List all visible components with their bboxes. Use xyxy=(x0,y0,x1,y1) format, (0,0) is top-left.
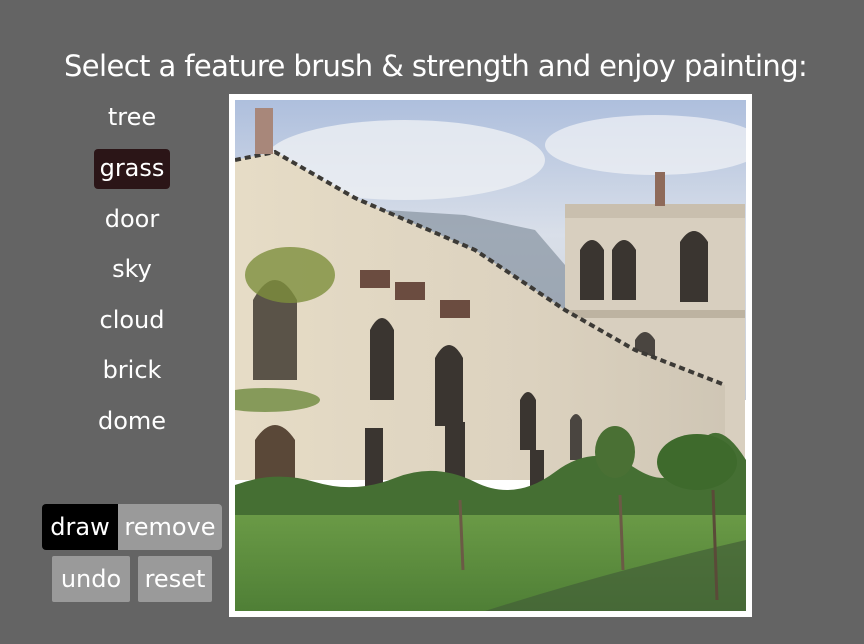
page-title: Select a feature brush & strength and en… xyxy=(64,49,808,83)
remove-button[interactable]: remove xyxy=(118,504,222,550)
brush-label: brick xyxy=(102,356,162,384)
tree xyxy=(657,434,737,490)
brush-sky[interactable]: sky xyxy=(88,250,176,290)
brush-label: door xyxy=(104,205,160,233)
reset-button[interactable]: reset xyxy=(138,556,212,602)
brush-brick[interactable]: brick xyxy=(88,351,176,391)
brush-door[interactable]: door xyxy=(88,200,176,240)
brush-label: dome xyxy=(97,407,167,435)
brush-label: cloud xyxy=(99,306,165,334)
brush-label: sky xyxy=(112,255,152,283)
draw-button[interactable]: draw xyxy=(42,504,118,550)
brush-label: grass xyxy=(93,149,171,189)
brush-label: tree xyxy=(107,103,157,131)
brush-cloud[interactable]: cloud xyxy=(88,301,176,341)
action-buttons: undo reset xyxy=(52,556,212,602)
window xyxy=(570,414,582,460)
window xyxy=(370,318,394,400)
brush-grass[interactable]: grass xyxy=(88,149,176,189)
painting-canvas-frame xyxy=(229,94,752,617)
door xyxy=(365,428,383,488)
painting-canvas[interactable] xyxy=(235,100,746,611)
mode-toggle: draw remove xyxy=(42,504,222,550)
ivy xyxy=(245,247,335,303)
window xyxy=(520,392,536,450)
brush-tree[interactable]: tree xyxy=(88,98,176,138)
brush-dome[interactable]: dome xyxy=(88,402,176,442)
undo-button[interactable]: undo xyxy=(52,556,130,602)
window xyxy=(435,345,463,426)
